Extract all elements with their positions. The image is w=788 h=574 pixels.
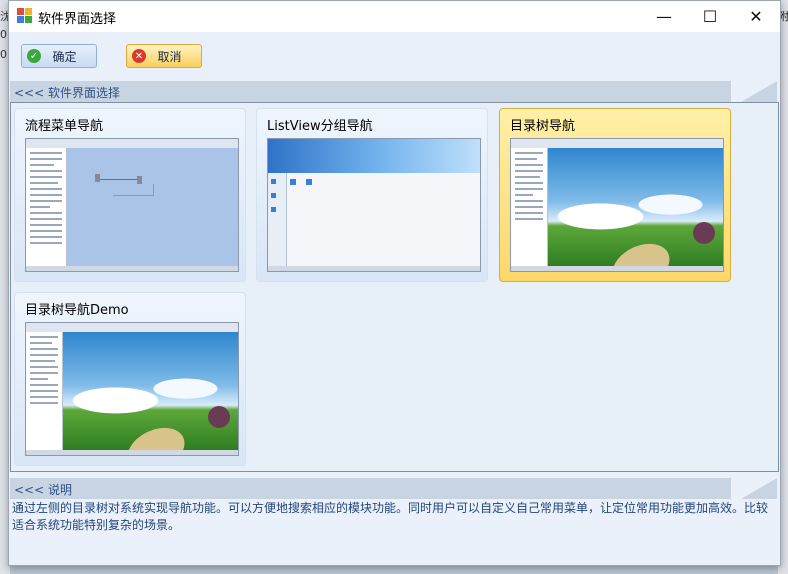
thumb-connector bbox=[100, 179, 137, 180]
card-tree-nav[interactable]: 目录树导航 bbox=[499, 108, 731, 282]
close-icon: ✕ bbox=[749, 7, 763, 26]
thumb-tree-deco bbox=[693, 222, 715, 244]
thumb-icon bbox=[271, 207, 276, 212]
gallery-section-header[interactable]: <<< 软件界面选择 bbox=[10, 81, 777, 102]
description-text: 通过左侧的目录树对系统实现导航功能。可以方便地搜索相应的模块功能。同时用户可以自… bbox=[12, 501, 769, 532]
thumb-node bbox=[95, 174, 100, 182]
thumb-connector bbox=[153, 184, 154, 196]
toolbar: ✓ 确定 ✕ 取消 bbox=[9, 32, 780, 81]
cancel-icon: ✕ bbox=[132, 49, 146, 63]
background-text: 0 bbox=[0, 28, 7, 41]
cancel-button-label: 取消 bbox=[157, 49, 182, 64]
gallery-section-title: <<< 软件界面选择 bbox=[14, 86, 120, 100]
card-thumbnail bbox=[267, 138, 481, 272]
title-bar[interactable]: 软件界面选择 — ☐ ✕ bbox=[9, 1, 780, 32]
background-text: 0 bbox=[0, 48, 7, 61]
card-thumbnail bbox=[25, 322, 239, 456]
thumb-tree bbox=[26, 332, 63, 450]
thumb-connector bbox=[113, 195, 153, 196]
card-title: 目录树导航 bbox=[510, 119, 576, 134]
thumb-tree-deco bbox=[208, 406, 230, 428]
thumb-status bbox=[26, 266, 238, 271]
ui-gallery: 流程菜单导航 ListView分组导航 目录树导航 目录树导航Demo bbox=[10, 102, 779, 472]
thumb-node bbox=[137, 176, 142, 184]
maximize-button[interactable]: ☐ bbox=[687, 1, 733, 32]
header-ramp bbox=[741, 81, 777, 102]
card-title: 目录树导航Demo bbox=[25, 303, 129, 318]
cancel-button[interactable]: ✕ 取消 bbox=[126, 44, 202, 68]
close-button[interactable]: ✕ bbox=[733, 1, 779, 32]
thumb-sidebar bbox=[268, 173, 287, 266]
thumb-canvas bbox=[67, 148, 238, 266]
minimize-button[interactable]: — bbox=[641, 1, 687, 32]
maximize-icon: ☐ bbox=[702, 7, 718, 26]
card-title: 流程菜单导航 bbox=[25, 119, 104, 134]
thumb-icon bbox=[271, 193, 276, 198]
card-flow-menu-nav[interactable]: 流程菜单导航 bbox=[14, 108, 246, 282]
thumb-status bbox=[511, 266, 723, 271]
window-title: 软件界面选择 bbox=[38, 12, 117, 27]
thumb-banner bbox=[268, 139, 480, 173]
thumb-landscape bbox=[63, 332, 238, 455]
card-thumbnail bbox=[25, 138, 239, 272]
card-tree-nav-demo[interactable]: 目录树导航Demo bbox=[14, 292, 246, 466]
ok-button-label: 确定 bbox=[52, 49, 77, 64]
description-section-header[interactable]: <<< 说明 bbox=[10, 478, 777, 499]
minimize-icon: — bbox=[656, 7, 672, 26]
card-thumbnail bbox=[510, 138, 724, 272]
thumb-status bbox=[268, 266, 480, 271]
description-section-title: <<< 说明 bbox=[14, 483, 72, 497]
thumb-landscape bbox=[548, 148, 723, 271]
ok-button[interactable]: ✓ 确定 bbox=[21, 44, 97, 68]
thumb-tree bbox=[511, 148, 548, 266]
thumb-icon bbox=[271, 179, 276, 184]
check-icon: ✓ bbox=[27, 49, 41, 63]
thumb-icon bbox=[290, 179, 296, 185]
card-listview-group-nav[interactable]: ListView分组导航 bbox=[256, 108, 488, 282]
dialog-window: 软件界面选择 — ☐ ✕ ✓ 确定 ✕ 取消 <<< 软件界面选择 流程菜单导航 bbox=[8, 0, 781, 566]
thumb-icon bbox=[306, 179, 312, 185]
header-ramp bbox=[741, 478, 777, 499]
app-icon bbox=[17, 8, 32, 23]
card-title: ListView分组导航 bbox=[267, 119, 373, 134]
thumb-tree bbox=[26, 148, 67, 266]
thumb-status bbox=[26, 450, 238, 455]
